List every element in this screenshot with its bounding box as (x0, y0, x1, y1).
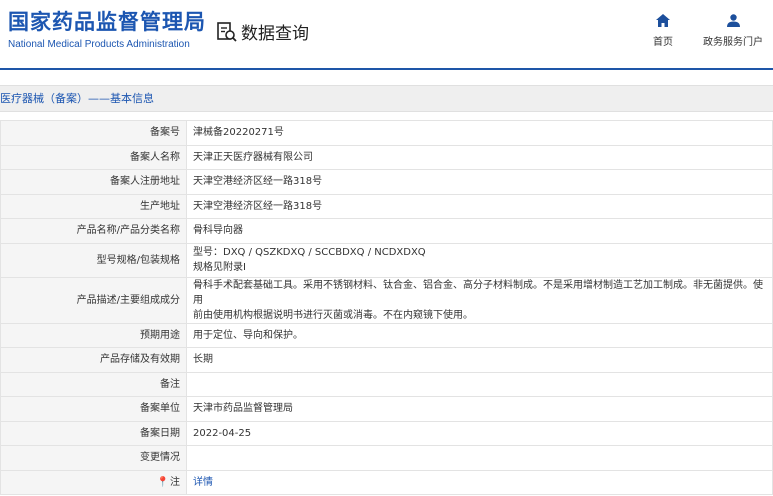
value-change (186, 445, 773, 471)
row-remark: 备注 (0, 371, 773, 397)
row-applicant-address: 备案人注册地址 天津空港经济区经一路318号 (0, 169, 773, 195)
row-intended-use: 预期用途 用于定位、导向和保护。 (0, 322, 773, 348)
value-description: 骨科手术配套基础工具。采用不锈钢材料、钛合金、铝合金、高分子材料制成。不是采用增… (186, 276, 773, 324)
row-record-no: 备案号 津械备20220271号 (0, 120, 773, 146)
model-spec-line-2: 规格见附录I (193, 262, 246, 273)
description-line-2: 前由使用机构根据说明书进行灭菌或消毒。不在内窥镜下使用。 (193, 309, 473, 321)
value-note: 详情 (186, 469, 773, 495)
value-product-name: 骨科导向器 (186, 218, 773, 244)
model-spec-line-1: 型号：DXQ / QSZKDXQ / SCCBDXQ / NCDXDXQ (193, 247, 426, 258)
row-product-name: 产品名称/产品分类名称 骨科导向器 (0, 218, 773, 244)
value-intended-use: 用于定位、导向和保护。 (186, 322, 773, 348)
nav-home-label: 首页 (653, 37, 673, 48)
value-record-unit: 天津市药品监督管理局 (186, 396, 773, 422)
note-label: 注 (170, 476, 180, 488)
description-line-1: 骨科手术配套基础工具。采用不锈钢材料、钛合金、铝合金、高分子材料制成。不是采用增… (193, 279, 763, 306)
label-applicant-address: 备案人注册地址 (0, 169, 187, 195)
row-record-date: 备案日期 2022-04-25 (0, 420, 773, 446)
user-icon (726, 14, 740, 27)
row-production-address: 生产地址 天津空港经济区经一路318号 (0, 193, 773, 219)
value-applicant-address: 天津空港经济区经一路318号 (186, 169, 773, 195)
nav-service-label: 政务服务门户 (703, 37, 763, 48)
document-search-icon (217, 21, 237, 42)
value-remark (186, 371, 773, 397)
label-storage: 产品存储及有效期 (0, 347, 187, 373)
label-record-unit: 备案单位 (0, 396, 187, 422)
section-title: 医疗器械（备案）——基本信息 (0, 85, 773, 112)
site-header: 国家药品监督管理局 National Medical Products Admi… (0, 0, 773, 70)
row-model-spec: 型号规格/包装规格 型号：DXQ / QSZKDXQ / SCCBDXQ / N… (0, 242, 773, 278)
value-applicant: 天津正天医疗器械有限公司 (186, 144, 773, 170)
logo-title-cn: 国家药品监督管理局 (8, 10, 206, 34)
value-storage: 长期 (186, 347, 773, 373)
label-remark: 备注 (0, 371, 187, 397)
value-record-no: 津械备20220271号 (186, 120, 773, 146)
nav-service-portal[interactable]: 政务服务门户 (700, 14, 766, 48)
row-description: 产品描述/主要组成成分 骨科手术配套基础工具。采用不锈钢材料、钛合金、铝合金、高… (0, 276, 773, 324)
nav-home[interactable]: 首页 (648, 14, 678, 48)
data-query-label: 数据查询 (241, 24, 309, 44)
value-record-date: 2022-04-25 (186, 420, 773, 446)
row-change: 变更情况 (0, 445, 773, 471)
label-record-date: 备案日期 (0, 420, 187, 446)
label-change: 变更情况 (0, 445, 187, 471)
detail-link[interactable]: 详情 (193, 477, 213, 488)
label-model-spec: 型号规格/包装规格 (0, 242, 187, 278)
logo-title-en: National Medical Products Administration (8, 39, 190, 50)
label-description: 产品描述/主要组成成分 (0, 276, 187, 324)
label-note: 📍注 (0, 469, 187, 495)
row-note: 📍注 详情 (0, 469, 773, 495)
pin-icon: 📍 (156, 476, 169, 488)
site-logo[interactable]: 国家药品监督管理局 National Medical Products Admi… (8, 9, 206, 50)
label-applicant: 备案人名称 (0, 144, 187, 170)
value-production-address: 天津空港经济区经一路318号 (186, 193, 773, 219)
label-record-no: 备案号 (0, 120, 187, 146)
label-production-address: 生产地址 (0, 193, 187, 219)
label-intended-use: 预期用途 (0, 322, 187, 348)
data-query-title: 数据查询 (216, 19, 309, 44)
info-table: 备案号 津械备20220271号 备案人名称 天津正天医疗器械有限公司 备案人注… (0, 120, 773, 495)
label-product-name: 产品名称/产品分类名称 (0, 218, 187, 244)
row-applicant: 备案人名称 天津正天医疗器械有限公司 (0, 144, 773, 170)
value-model-spec: 型号：DXQ / QSZKDXQ / SCCBDXQ / NCDXDXQ 规格见… (186, 242, 773, 278)
row-storage: 产品存储及有效期 长期 (0, 347, 773, 373)
home-icon (656, 14, 670, 27)
row-record-unit: 备案单位 天津市药品监督管理局 (0, 396, 773, 422)
